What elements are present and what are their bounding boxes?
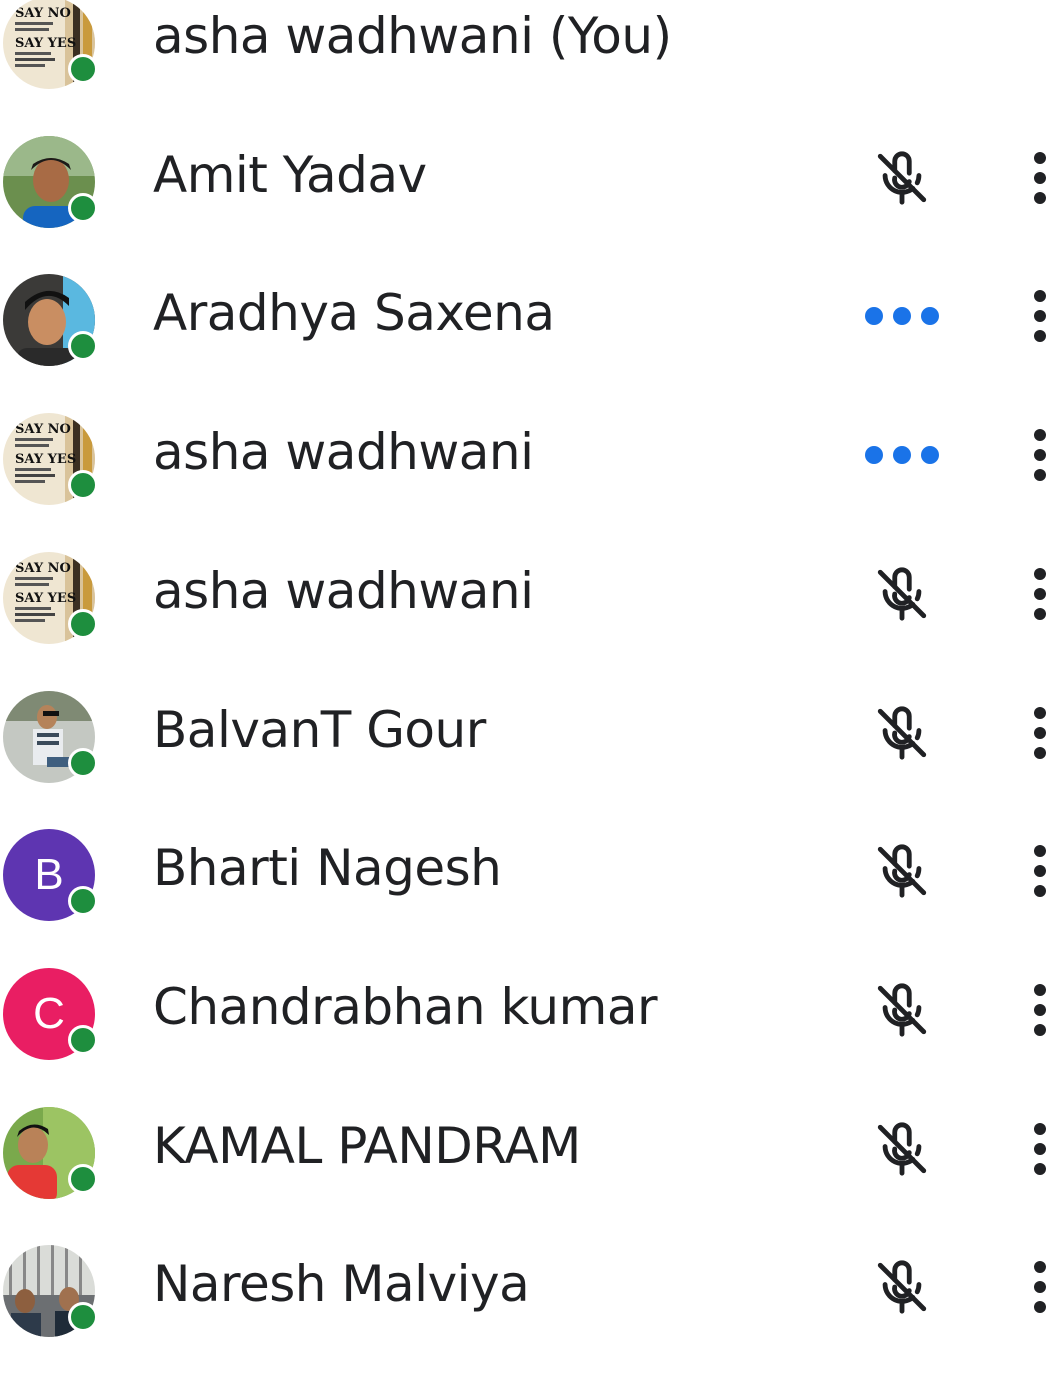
- speaking-dots-icon: [860, 281, 944, 351]
- online-status-dot: [68, 331, 98, 362]
- participant-name: asha wadhwani (You): [153, 7, 672, 65]
- speaking-dots-icon: [860, 420, 944, 490]
- mic-off-icon: [860, 698, 944, 768]
- speaking-dot: [921, 446, 939, 465]
- online-status-dot: [68, 54, 98, 84]
- mic-off-icon: [860, 975, 944, 1045]
- more-options-icon[interactable]: [1018, 281, 1061, 351]
- speaking-dot: [865, 307, 883, 326]
- svg-text:SAY YES: SAY YES: [15, 36, 76, 51]
- svg-text:SAY YES: SAY YES: [15, 452, 76, 467]
- participant-name: Naresh Malviya: [153, 1255, 530, 1314]
- more-options-icon[interactable]: [1018, 143, 1061, 213]
- participant-name: asha wadhwani: [153, 561, 534, 620]
- avatar-initial: B: [34, 850, 64, 900]
- participant-row[interactable]: Aradhya Saxena: [0, 273, 1061, 411]
- participant-row[interactable]: SAY NO SAY YES asha wadhwani: [0, 551, 1061, 689]
- speaking-dot: [893, 446, 911, 465]
- participant-name: KAMAL PANDRAM: [153, 1116, 581, 1175]
- svg-text:SAY NO: SAY NO: [15, 422, 71, 437]
- online-status-dot: [68, 1302, 98, 1333]
- more-options-icon[interactable]: [1018, 698, 1061, 768]
- more-options-icon[interactable]: [1018, 1252, 1061, 1322]
- more-options-icon[interactable]: [1018, 559, 1061, 629]
- mic-off-icon: [860, 559, 944, 629]
- participant-list: SAY NO SAY YES asha wadhwani (You) Amit …: [0, 0, 1061, 1338]
- more-options-icon[interactable]: [1018, 975, 1061, 1045]
- participant-row[interactable]: C Chandrabhan kumar: [0, 967, 1061, 1105]
- participant-name: Bharti Nagesh: [153, 839, 502, 898]
- participant-row[interactable]: KAMAL PANDRAM: [0, 1106, 1061, 1244]
- participant-name: Amit Yadav: [153, 145, 427, 204]
- online-status-dot: [68, 747, 98, 778]
- speaking-dot: [865, 446, 883, 465]
- online-status-dot: [68, 192, 98, 223]
- online-status-dot: [68, 886, 98, 917]
- online-status-dot: [68, 1024, 98, 1055]
- participant-row[interactable]: B Bharti Nagesh: [0, 828, 1061, 966]
- speaking-dot: [921, 307, 939, 326]
- participant-name: Chandrabhan kumar: [153, 977, 658, 1036]
- more-options-icon[interactable]: [1018, 1114, 1061, 1184]
- participant-row[interactable]: Amit Yadav: [0, 135, 1061, 273]
- participant-row[interactable]: Naresh Malviya: [0, 1244, 1061, 1382]
- more-options-icon[interactable]: [1018, 836, 1061, 906]
- svg-text:SAY NO: SAY NO: [15, 561, 71, 576]
- mic-off-icon: [860, 836, 944, 906]
- participant-row[interactable]: SAY NO SAY YES asha wadhwani: [0, 412, 1061, 550]
- online-status-dot: [68, 608, 98, 639]
- participant-name: Aradhya Saxena: [153, 284, 555, 343]
- svg-text:SAY YES: SAY YES: [15, 591, 76, 606]
- speaking-dot: [893, 307, 911, 326]
- more-options-icon[interactable]: [1018, 420, 1061, 490]
- mic-off-icon: [860, 1252, 944, 1322]
- participant-row[interactable]: SAY NO SAY YES asha wadhwani (You): [0, 0, 1061, 134]
- online-status-dot: [68, 470, 98, 501]
- participant-name: BalvanT Gour: [153, 700, 486, 759]
- mic-off-icon: [860, 1114, 944, 1184]
- svg-text:SAY NO: SAY NO: [15, 6, 71, 21]
- participant-row[interactable]: BalvanT Gour: [0, 690, 1061, 828]
- online-status-dot: [68, 1163, 98, 1194]
- participant-name: asha wadhwani: [153, 423, 534, 482]
- avatar-initial: C: [33, 988, 65, 1038]
- mic-off-icon: [860, 143, 944, 213]
